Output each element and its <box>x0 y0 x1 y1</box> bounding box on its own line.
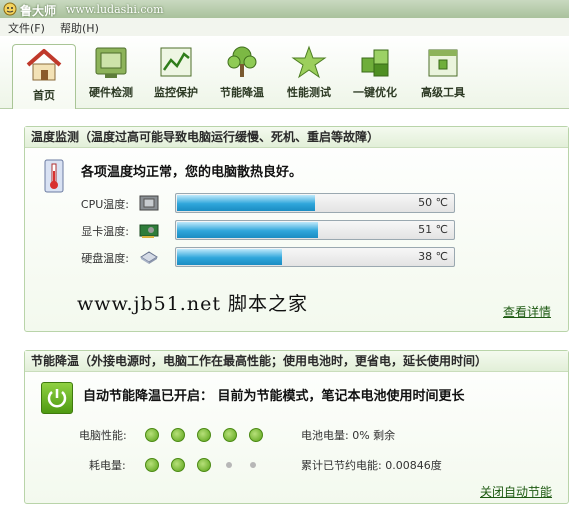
power-dot-1 <box>145 457 159 472</box>
hard-disk-icon <box>140 251 158 264</box>
temperature-panel-title: 温度监测（温度过高可能导致电脑运行缓慢、死机、重启等故障） <box>25 127 568 148</box>
main-toolbar: 首页 硬件检测 监控保护 节能降温 性能测试 一键优化 高级工具 <box>0 36 569 109</box>
star-icon <box>291 45 327 79</box>
energy-status: 自动节能降温已开启： 目前为节能模式，笔记本电池使用时间更长 <box>83 389 465 404</box>
gpu-temp-label: 显卡温度: <box>81 225 129 238</box>
energy-panel-title: 节能降温（外接电源时，电脑工作在最高性能；使用电池时，更省电，延长使用时间） <box>25 351 568 372</box>
performance-dot-1 <box>145 427 159 442</box>
disk-temp-fill <box>177 249 282 265</box>
tab-monitor-label: 监控保护 <box>154 86 198 99</box>
disk-temp-label: 硬盘温度: <box>81 252 129 265</box>
tree-icon <box>227 46 257 77</box>
tab-hardware[interactable]: 硬件检测 <box>80 40 142 108</box>
app-url: www.ludashi.com <box>66 3 164 16</box>
tab-hardware-label: 硬件检测 <box>89 86 133 99</box>
tab-energy-label: 节能降温 <box>220 86 264 99</box>
graphics-card-icon <box>139 224 159 238</box>
tab-home-label: 首页 <box>33 89 55 102</box>
performance-dot-2 <box>171 427 185 442</box>
watermark-text: www.jb51.net 脚本之家 <box>77 293 309 315</box>
energy-saved-text: 累计已节约电能: 0.00846度 <box>301 459 442 472</box>
power-dot-4 <box>226 461 232 468</box>
home-icon <box>26 49 62 81</box>
tab-monitor[interactable]: 监控保护 <box>145 40 207 108</box>
app-logo-icon <box>3 2 17 16</box>
app-title: 鲁大师 <box>20 4 57 18</box>
performance-level-indicator <box>145 427 275 442</box>
cpu-temp-bar: 50 ℃ <box>175 193 455 213</box>
tab-optimize-label: 一键优化 <box>353 86 397 99</box>
cpu-temp-value: 50 ℃ <box>418 196 448 209</box>
cpu-temp-fill <box>177 195 315 211</box>
temperature-panel: 温度监测（温度过高可能导致电脑运行缓慢、死机、重启等故障） 各项温度均正常，您的… <box>24 126 569 332</box>
menu-help[interactable]: 帮助(H) <box>60 20 99 36</box>
power-icon <box>47 389 67 408</box>
performance-label: 电脑性能: <box>79 429 127 442</box>
energy-panel: 节能降温（外接电源时，电脑工作在最高性能；使用电池时，更省电，延长使用时间） 自… <box>24 350 569 504</box>
power-dot-5 <box>250 461 256 468</box>
tab-tools[interactable]: 高级工具 <box>412 40 474 108</box>
disable-auto-energy-link[interactable]: 关闭自动节能 <box>480 483 552 500</box>
performance-dot-5 <box>249 427 263 442</box>
cpu-temp-label: CPU温度: <box>80 198 129 211</box>
temperature-status: 各项温度均正常，您的电脑散热良好。 <box>81 165 303 180</box>
power-consumption-indicator <box>145 457 271 472</box>
view-details-link[interactable]: 查看详情 <box>503 303 551 320</box>
toolbox-icon <box>428 49 458 77</box>
cubes-icon <box>361 49 389 77</box>
performance-dot-4 <box>223 427 237 442</box>
battery-level-text: 电池电量: 0% 剩余 <box>301 429 396 442</box>
gpu-temp-value: 51 ℃ <box>418 223 448 236</box>
power-button[interactable] <box>41 382 73 414</box>
title-bar: 鲁大师 www.ludashi.com <box>0 0 569 18</box>
menu-bar: 文件(F) 帮助(H) <box>0 18 569 36</box>
tab-energy[interactable]: 节能降温 <box>211 40 273 108</box>
tab-optimize[interactable]: 一键优化 <box>344 40 406 108</box>
hardware-icon <box>95 47 127 78</box>
cpu-icon <box>139 195 159 211</box>
tab-home[interactable]: 首页 <box>12 44 76 109</box>
gpu-temp-fill <box>177 222 318 238</box>
gpu-temp-bar: 51 ℃ <box>175 220 455 240</box>
tab-performance-label: 性能测试 <box>287 86 331 99</box>
power-dot-3 <box>197 457 211 472</box>
disk-temp-bar: 38 ℃ <box>175 247 455 267</box>
monitor-chart-icon <box>160 47 192 77</box>
thermometer-icon <box>44 159 64 193</box>
menu-file[interactable]: 文件(F) <box>8 20 45 36</box>
tab-performance[interactable]: 性能测试 <box>278 40 340 108</box>
power-consumption-label: 耗电量: <box>89 459 126 472</box>
disk-temp-value: 38 ℃ <box>418 250 448 263</box>
performance-dot-3 <box>197 427 211 442</box>
tab-tools-label: 高级工具 <box>421 86 465 99</box>
power-dot-2 <box>171 457 185 472</box>
